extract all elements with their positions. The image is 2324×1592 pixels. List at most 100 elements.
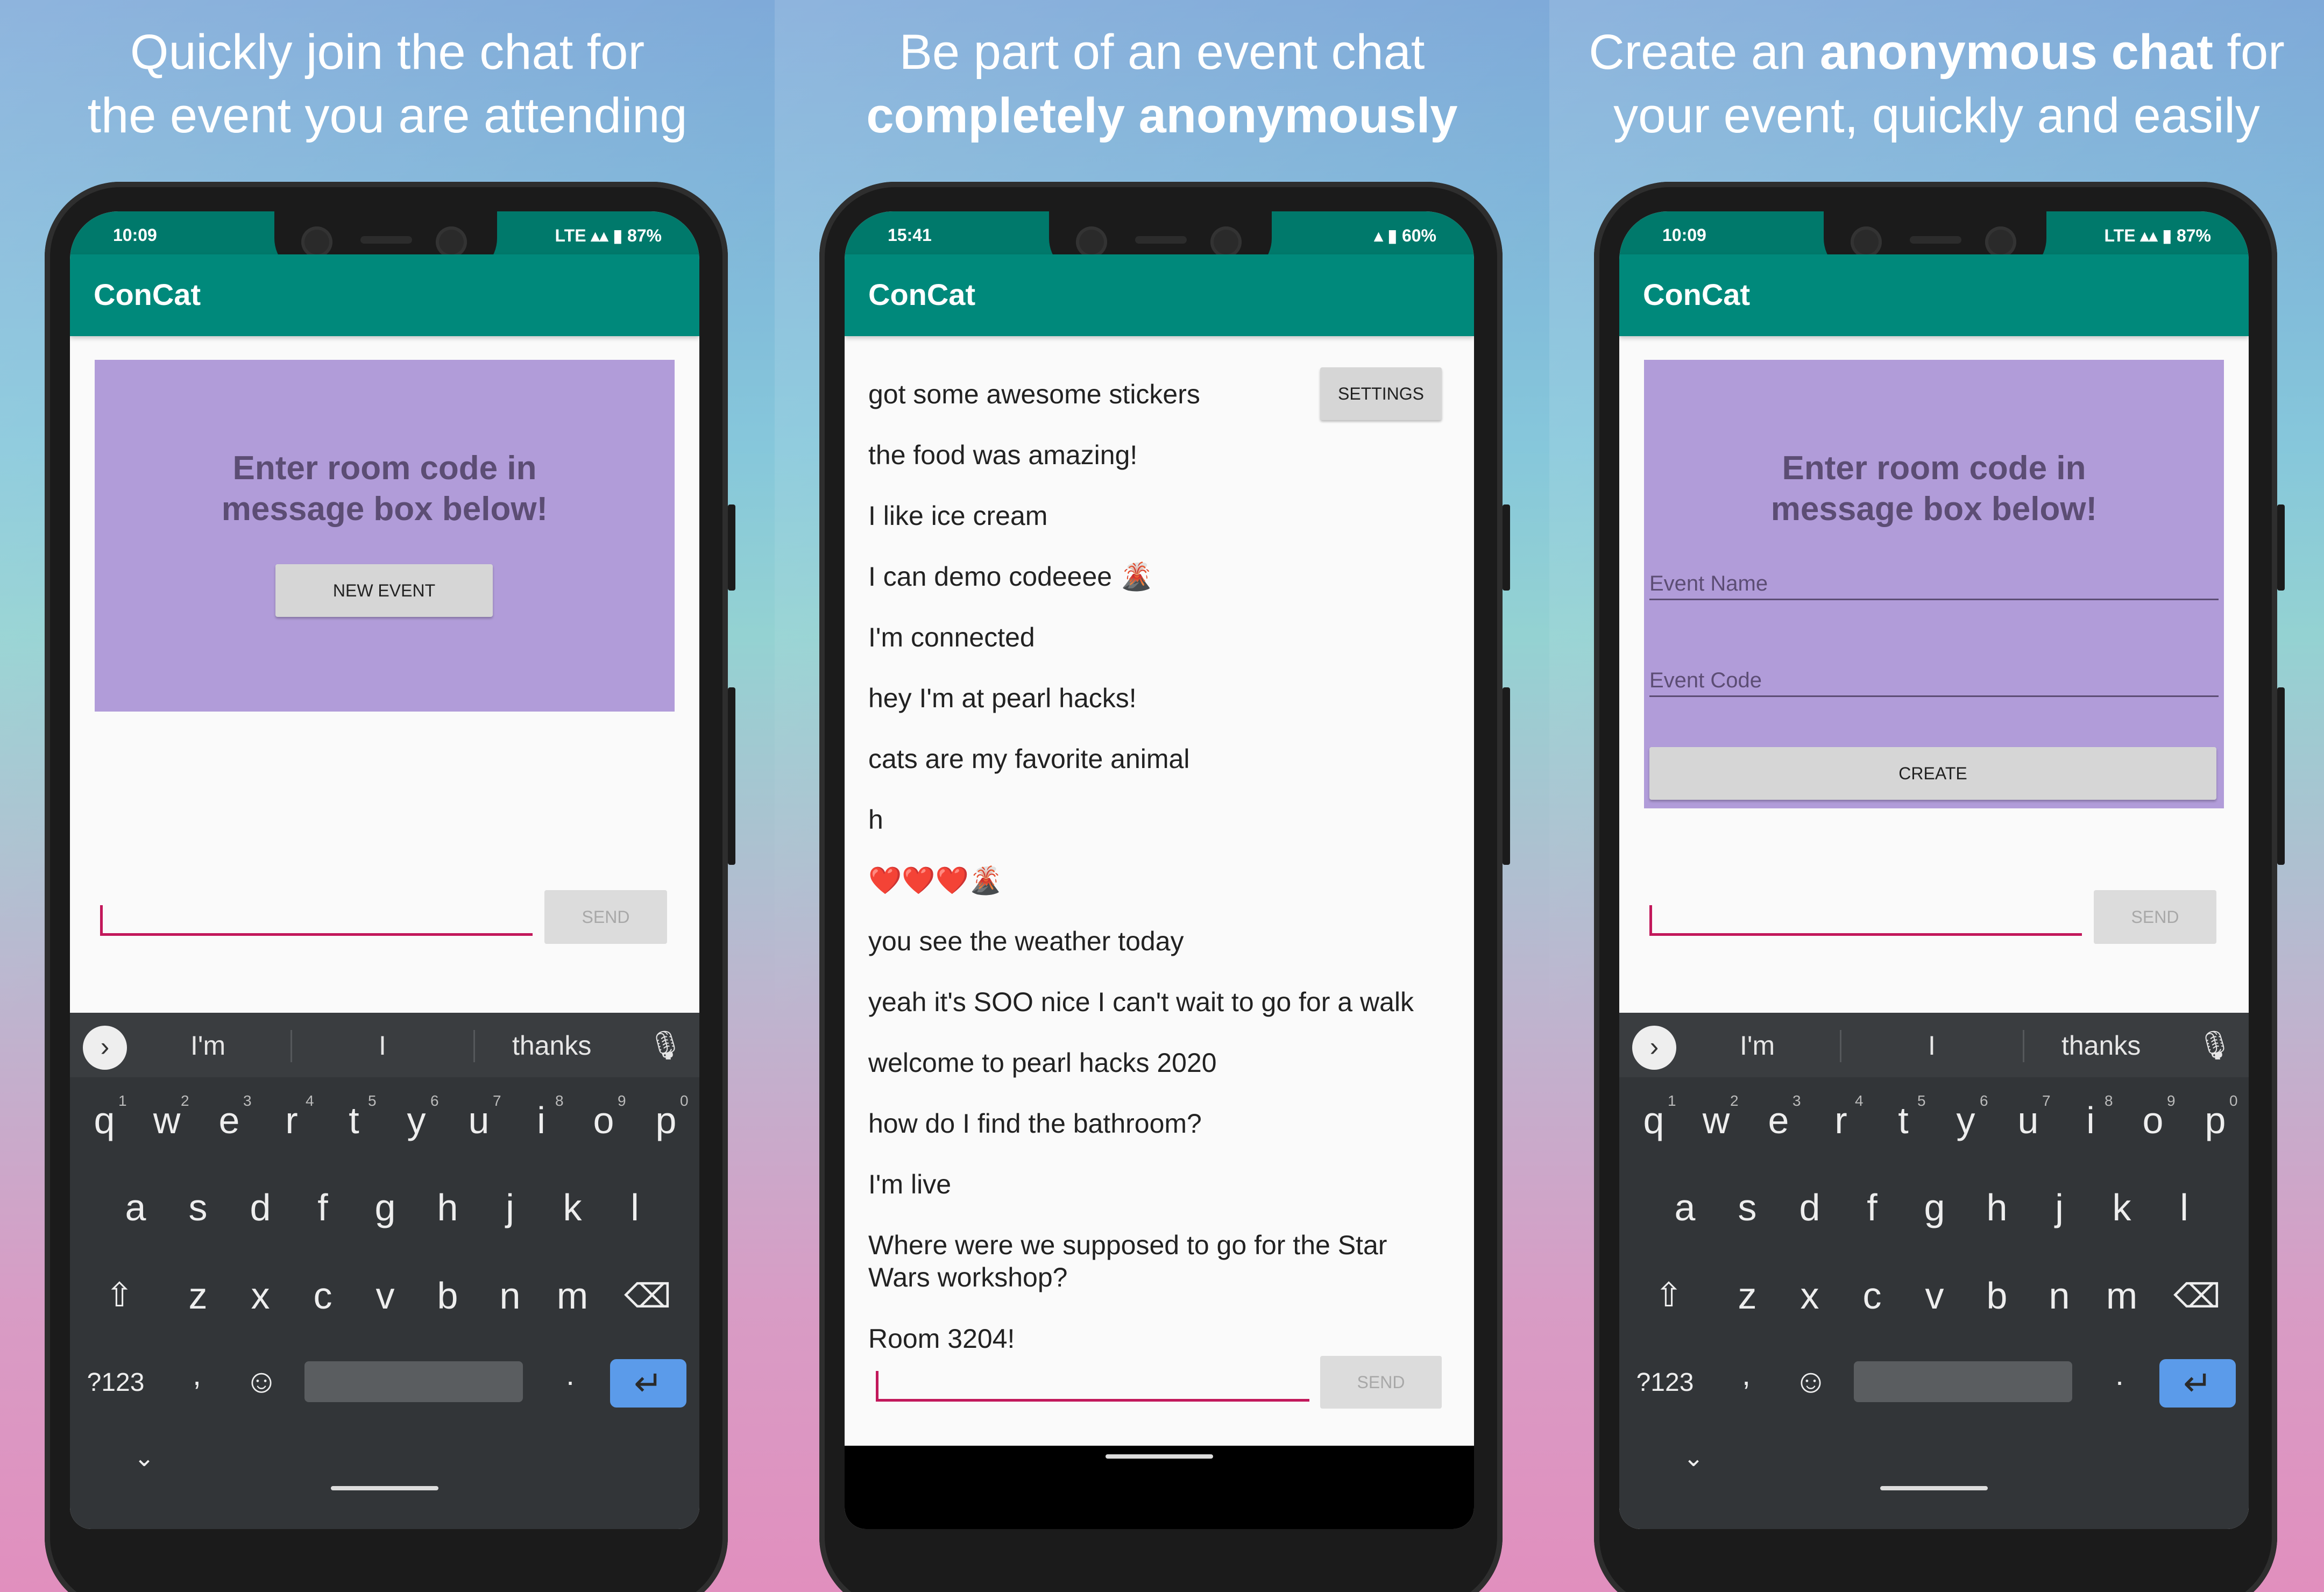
room-instructions: Enter room code in message box below! bbox=[1644, 448, 2224, 530]
symbols-key[interactable]: ?123 bbox=[1625, 1368, 1705, 1397]
period-key[interactable]: . bbox=[2093, 1357, 2146, 1392]
create-button[interactable]: CREATE bbox=[1649, 747, 2216, 800]
gesture-nav-bar[interactable] bbox=[1880, 1486, 1988, 1490]
key-f[interactable]: f bbox=[1845, 1186, 1899, 1229]
chat-message: welcome to pearl hacks 2020 bbox=[868, 1048, 1217, 1078]
key-s[interactable]: s bbox=[1720, 1186, 1774, 1229]
backspace-icon[interactable]: ⌫ bbox=[2170, 1276, 2224, 1316]
front-camera-icon bbox=[1210, 226, 1242, 258]
key-s[interactable]: s bbox=[171, 1186, 225, 1229]
suggestion-3[interactable]: thanks bbox=[2061, 1030, 2141, 1061]
send-button[interactable]: SEND bbox=[544, 890, 667, 944]
emoji-icon[interactable]: ☺ bbox=[1784, 1362, 1838, 1401]
new-event-button[interactable]: NEW EVENT bbox=[275, 564, 493, 617]
emoji-icon[interactable]: ☺ bbox=[235, 1362, 288, 1401]
space-bar[interactable] bbox=[1854, 1361, 2072, 1402]
key-b[interactable]: b bbox=[421, 1274, 474, 1317]
earpiece-speaker bbox=[1135, 236, 1187, 244]
key-k[interactable]: k bbox=[2095, 1186, 2149, 1229]
key-l[interactable]: l bbox=[608, 1186, 662, 1229]
key-h[interactable]: h bbox=[421, 1186, 474, 1229]
chat-message: how do I find the bathroom? bbox=[868, 1108, 1202, 1139]
gesture-nav-bar[interactable] bbox=[1106, 1454, 1213, 1459]
key-hint: 7 bbox=[493, 1092, 501, 1109]
shift-icon[interactable]: ⇧ bbox=[93, 1275, 146, 1314]
power-button bbox=[1503, 504, 1510, 591]
key-n[interactable]: n bbox=[483, 1274, 537, 1317]
front-camera-icon bbox=[301, 226, 332, 258]
key-hint: 3 bbox=[243, 1092, 252, 1109]
key-v[interactable]: v bbox=[358, 1274, 412, 1317]
gesture-nav-bar[interactable] bbox=[331, 1486, 438, 1490]
microphone-icon[interactable]: 🎙 bbox=[2197, 1029, 2233, 1062]
suggestion-1[interactable]: I'm bbox=[190, 1030, 225, 1061]
volume-button bbox=[728, 687, 735, 865]
key-hint: 8 bbox=[555, 1092, 564, 1109]
space-bar[interactable] bbox=[304, 1361, 523, 1402]
panel-anonymous-chat: Be part of an event chat completely anon… bbox=[775, 0, 1549, 1592]
key-j[interactable]: j bbox=[2032, 1186, 2086, 1229]
key-b[interactable]: b bbox=[1970, 1274, 2024, 1317]
status-time: 15:41 bbox=[888, 225, 932, 245]
shift-icon[interactable]: ⇧ bbox=[1642, 1275, 1696, 1314]
app-title: ConCat bbox=[1643, 278, 1751, 311]
backspace-icon[interactable]: ⌫ bbox=[621, 1276, 675, 1316]
event-name-field[interactable]: Event Name bbox=[1649, 572, 2219, 600]
suggestion-2[interactable]: I bbox=[1928, 1030, 1936, 1061]
text-cursor bbox=[1649, 905, 1652, 935]
hide-keyboard-icon[interactable]: ⌄ bbox=[117, 1443, 171, 1472]
key-x[interactable]: x bbox=[233, 1274, 287, 1317]
event-code-field[interactable]: Event Code bbox=[1649, 669, 2219, 697]
key-c[interactable]: c bbox=[1845, 1274, 1899, 1317]
enter-icon[interactable]: ↵ bbox=[2159, 1359, 2236, 1408]
key-k[interactable]: k bbox=[545, 1186, 599, 1229]
enter-icon[interactable]: ↵ bbox=[610, 1359, 686, 1408]
key-h[interactable]: h bbox=[1970, 1186, 2024, 1229]
power-button bbox=[728, 504, 735, 591]
key-z[interactable]: z bbox=[1720, 1274, 1774, 1317]
microphone-icon[interactable]: 🎙 bbox=[648, 1029, 683, 1062]
message-input[interactable] bbox=[1649, 933, 2082, 936]
front-camera-icon bbox=[1985, 226, 2016, 258]
key-j[interactable]: j bbox=[483, 1186, 537, 1229]
key-d[interactable]: d bbox=[1783, 1186, 1837, 1229]
front-camera-icon bbox=[436, 226, 467, 258]
headline-post: for bbox=[2213, 25, 2285, 80]
key-f[interactable]: f bbox=[296, 1186, 350, 1229]
suggestion-1[interactable]: I'm bbox=[1740, 1030, 1775, 1061]
key-a[interactable]: a bbox=[109, 1186, 162, 1229]
headline: Quickly join the chat for the event you … bbox=[0, 20, 775, 147]
message-input[interactable] bbox=[876, 1399, 1309, 1402]
key-l[interactable]: l bbox=[2157, 1186, 2211, 1229]
key-m[interactable]: m bbox=[2095, 1274, 2149, 1317]
suggestion-2[interactable]: I bbox=[379, 1030, 386, 1061]
hide-keyboard-icon[interactable]: ⌄ bbox=[1667, 1443, 1720, 1472]
key-a[interactable]: a bbox=[1658, 1186, 1712, 1229]
suggestion-3[interactable]: thanks bbox=[512, 1030, 591, 1061]
send-button[interactable]: SEND bbox=[2094, 890, 2216, 944]
settings-button[interactable]: SETTINGS bbox=[1320, 367, 1442, 420]
key-d[interactable]: d bbox=[233, 1186, 287, 1229]
key-c[interactable]: c bbox=[296, 1274, 350, 1317]
key-x[interactable]: x bbox=[1783, 1274, 1837, 1317]
status-indicators: ▴ ▮ 60% bbox=[1374, 226, 1437, 245]
headline-line-2: completely anonymously bbox=[775, 84, 1549, 147]
front-camera-icon bbox=[1076, 226, 1107, 258]
chevron-right-icon[interactable]: › bbox=[1632, 1026, 1676, 1070]
message-input[interactable] bbox=[100, 933, 533, 936]
period-key[interactable]: . bbox=[543, 1357, 597, 1392]
key-z[interactable]: z bbox=[171, 1274, 225, 1317]
phone-screen: 10:09 LTE ▴▴ ▮ 87% ConCat Enter room cod… bbox=[70, 211, 699, 1529]
chat-message: you see the weather today bbox=[868, 926, 1184, 956]
chevron-right-icon[interactable]: › bbox=[83, 1026, 127, 1070]
key-v[interactable]: v bbox=[1908, 1274, 1961, 1317]
key-n[interactable]: n bbox=[2032, 1274, 2086, 1317]
send-button[interactable]: SEND bbox=[1320, 1356, 1442, 1409]
symbols-key[interactable]: ?123 bbox=[75, 1368, 156, 1397]
key-g[interactable]: g bbox=[1908, 1186, 1961, 1229]
comma-key[interactable]: , bbox=[170, 1357, 224, 1392]
chat-message: Where were we supposed to go for the Sta… bbox=[868, 1230, 1387, 1260]
key-g[interactable]: g bbox=[358, 1186, 412, 1229]
key-m[interactable]: m bbox=[545, 1274, 599, 1317]
comma-key[interactable]: , bbox=[1719, 1357, 1773, 1392]
